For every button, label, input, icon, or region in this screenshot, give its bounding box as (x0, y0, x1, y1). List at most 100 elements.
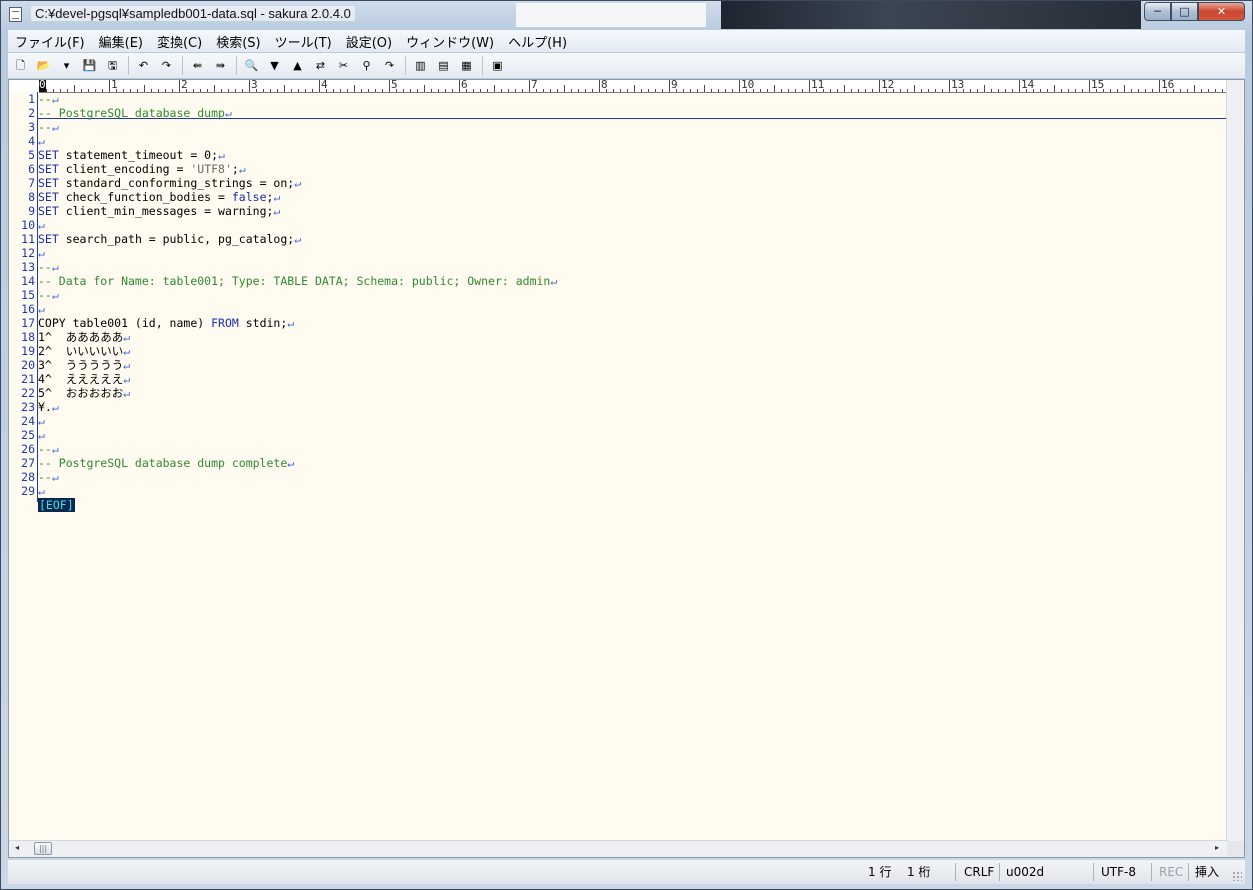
status-divider (1151, 863, 1152, 881)
code-line[interactable]: ↵ (38, 302, 45, 316)
code-line[interactable]: --↵ (38, 260, 59, 274)
horizontal-scrollbar[interactable]: ◂ ||| ▸ (9, 840, 1228, 857)
close-button[interactable]: ✕ (1198, 2, 1245, 21)
code-line[interactable]: 3^ ううううう↵ (38, 358, 130, 372)
code-line[interactable]: -- PostgreSQL database dump complete↵ (38, 456, 294, 470)
save-as-icon[interactable]: 🖫 (104, 57, 121, 74)
status-encoding[interactable]: UTF-8 (1101, 864, 1136, 881)
code-line[interactable]: --↵ (38, 120, 59, 134)
new-file-icon[interactable]: 🗋 (12, 57, 29, 74)
code-area[interactable]: --↵ -- PostgreSQL database dump↵ --↵ ↵ SET s… (38, 92, 1226, 512)
vertical-scrollbar[interactable] (1226, 80, 1244, 842)
diff-icon[interactable]: ▦ (458, 57, 475, 74)
minimize-button[interactable]: ─ (1144, 2, 1171, 21)
redo-icon[interactable]: ↷ (158, 57, 175, 74)
clear-search-mark-icon[interactable]: ✂ (335, 57, 352, 74)
open-file-icon[interactable]: 📂 (35, 57, 52, 74)
ruler-number: 16 (1161, 80, 1175, 91)
menu-search[interactable]: 検索(S) (209, 32, 267, 51)
status-divider (955, 863, 956, 881)
scroll-right-arrow[interactable]: ▸ (1215, 844, 1219, 852)
menu-edit[interactable]: 編集(E) (92, 32, 150, 51)
scroll-left-arrow[interactable]: ◂ (15, 844, 19, 852)
replace-icon[interactable]: ⇄ (312, 57, 329, 74)
code-line[interactable]: SET client_encoding = 'UTF8';↵ (38, 162, 246, 176)
menu-convert[interactable]: 変換(C) (150, 32, 209, 51)
line-number: 20 (21, 358, 35, 372)
code-line[interactable]: COPY table001 (id, name) FROM stdin;↵ (38, 316, 294, 330)
menu-settings[interactable]: 設定(O) (339, 32, 399, 51)
outline-icon[interactable]: ▥ (412, 57, 429, 74)
search-next-icon[interactable]: ▼ (266, 57, 283, 74)
editor-pane[interactable]: 0 1 2 3 4 5 6 7 8 9 10 11 12 13 14 15 16 1 2 3 4 5 6 7 8 9 10 11 1… (8, 79, 1245, 858)
ruler-corner (9, 80, 39, 92)
compare-icon[interactable]: ▤ (435, 57, 452, 74)
code-token: SET (38, 190, 59, 204)
code-line[interactable]: --↵ (38, 470, 59, 484)
code-token: COPY table001 (id, name) (38, 316, 212, 330)
return-mark-icon: ↵ (51, 288, 59, 302)
menu-file[interactable]: ファイル(F) (8, 32, 92, 51)
line-number-gutter[interactable]: 1 2 3 4 5 6 7 8 9 10 11 12 13 14 15 16 17 18 19 20 21 22 23 24 2… (9, 92, 37, 512)
code-line[interactable]: 4^ えええええ↵ (38, 372, 130, 386)
line-number: 3 (28, 120, 35, 134)
code-line[interactable]: -- PostgreSQL database dump↵ (38, 106, 232, 120)
code-line[interactable]: ¥.↵ (38, 400, 59, 414)
search-prev-icon[interactable]: ▲ (289, 57, 306, 74)
line-number: 16 (21, 302, 35, 316)
code-token: SET (38, 204, 59, 218)
maximize-button[interactable]: □ (1171, 2, 1198, 21)
code-token: ; (231, 162, 239, 176)
settings-icon[interactable]: ▣ (489, 57, 506, 74)
code-token: statement_timeout = 0; (58, 148, 219, 162)
menu-help[interactable]: ヘルプ(H) (501, 32, 574, 51)
title-bar[interactable]: C:¥devel-pgsql¥sampledb001-data.sql - sa… (1, 1, 1252, 29)
forward-icon[interactable]: ⇛ (212, 57, 229, 74)
back-icon[interactable]: ⇚ (189, 57, 206, 74)
code-line[interactable]: ↵ (38, 218, 45, 232)
code-line[interactable]: --↵ (38, 288, 59, 302)
horizontal-scroll-thumb[interactable]: ||| (34, 842, 52, 855)
scrollbar-corner (1227, 841, 1244, 857)
code-line[interactable]: SET search_path = public, pg_catalog;↵ (38, 232, 301, 246)
code-line[interactable]: SET statement_timeout = 0;↵ (38, 148, 225, 162)
code-line[interactable]: --↵ (38, 442, 59, 456)
code-line[interactable]: ↵ (38, 414, 45, 428)
ruler-number: 2 (181, 80, 188, 91)
status-macro-rec: REC (1159, 865, 1184, 879)
open-dropdown-icon[interactable]: ▾ (58, 57, 75, 74)
line-number: 11 (21, 232, 35, 246)
grep-icon[interactable]: ⚲ (358, 57, 375, 74)
resize-grip-icon[interactable] (1232, 871, 1242, 881)
code-line[interactable]: --↵ (38, 92, 59, 106)
search-icon[interactable]: 🔍 (243, 57, 260, 74)
code-line[interactable]: -- Data for Name: table001; Type: TABLE … (38, 274, 557, 288)
code-token: SET (38, 162, 59, 176)
menu-window[interactable]: ウィンドウ(W) (399, 32, 501, 51)
code-line[interactable]: 1^ あああああ↵ (38, 330, 130, 344)
save-icon[interactable]: 💾 (81, 57, 98, 74)
menu-tools[interactable]: ツール(T) (268, 32, 339, 51)
return-mark-icon: ↵ (38, 246, 45, 260)
code-line[interactable]: SET check_function_bodies = false;↵ (38, 190, 280, 204)
code-line[interactable]: ↵ (38, 246, 45, 260)
code-line[interactable]: SET standard_conforming_strings = on;↵ (38, 176, 301, 190)
code-line[interactable]: SET client_min_messages = warning;↵ (38, 204, 280, 218)
code-line[interactable]: 5^ おおおおお↵ (38, 386, 130, 400)
code-line[interactable]: ↵ (38, 484, 45, 498)
toolbar-separator (236, 56, 237, 75)
code-token: SET (38, 232, 59, 246)
code-line[interactable]: ↵ (38, 428, 45, 442)
status-line-ending[interactable]: CRLF (964, 864, 994, 881)
jump-icon[interactable]: ↷ (381, 57, 398, 74)
code-token: 3^ ううううう (38, 358, 124, 372)
code-line[interactable]: ↵ (38, 134, 45, 148)
code-token: -- (38, 470, 52, 484)
status-insert-mode[interactable]: 挿入 (1195, 864, 1219, 881)
undo-icon[interactable]: ↶ (135, 57, 152, 74)
return-mark-icon: ↵ (294, 232, 302, 246)
sakura-app-icon[interactable] (9, 7, 22, 22)
code-line[interactable]: 2^ いいいいい↵ (38, 344, 130, 358)
status-row: 1 行 (868, 865, 892, 879)
line-number: 21 (21, 372, 35, 386)
